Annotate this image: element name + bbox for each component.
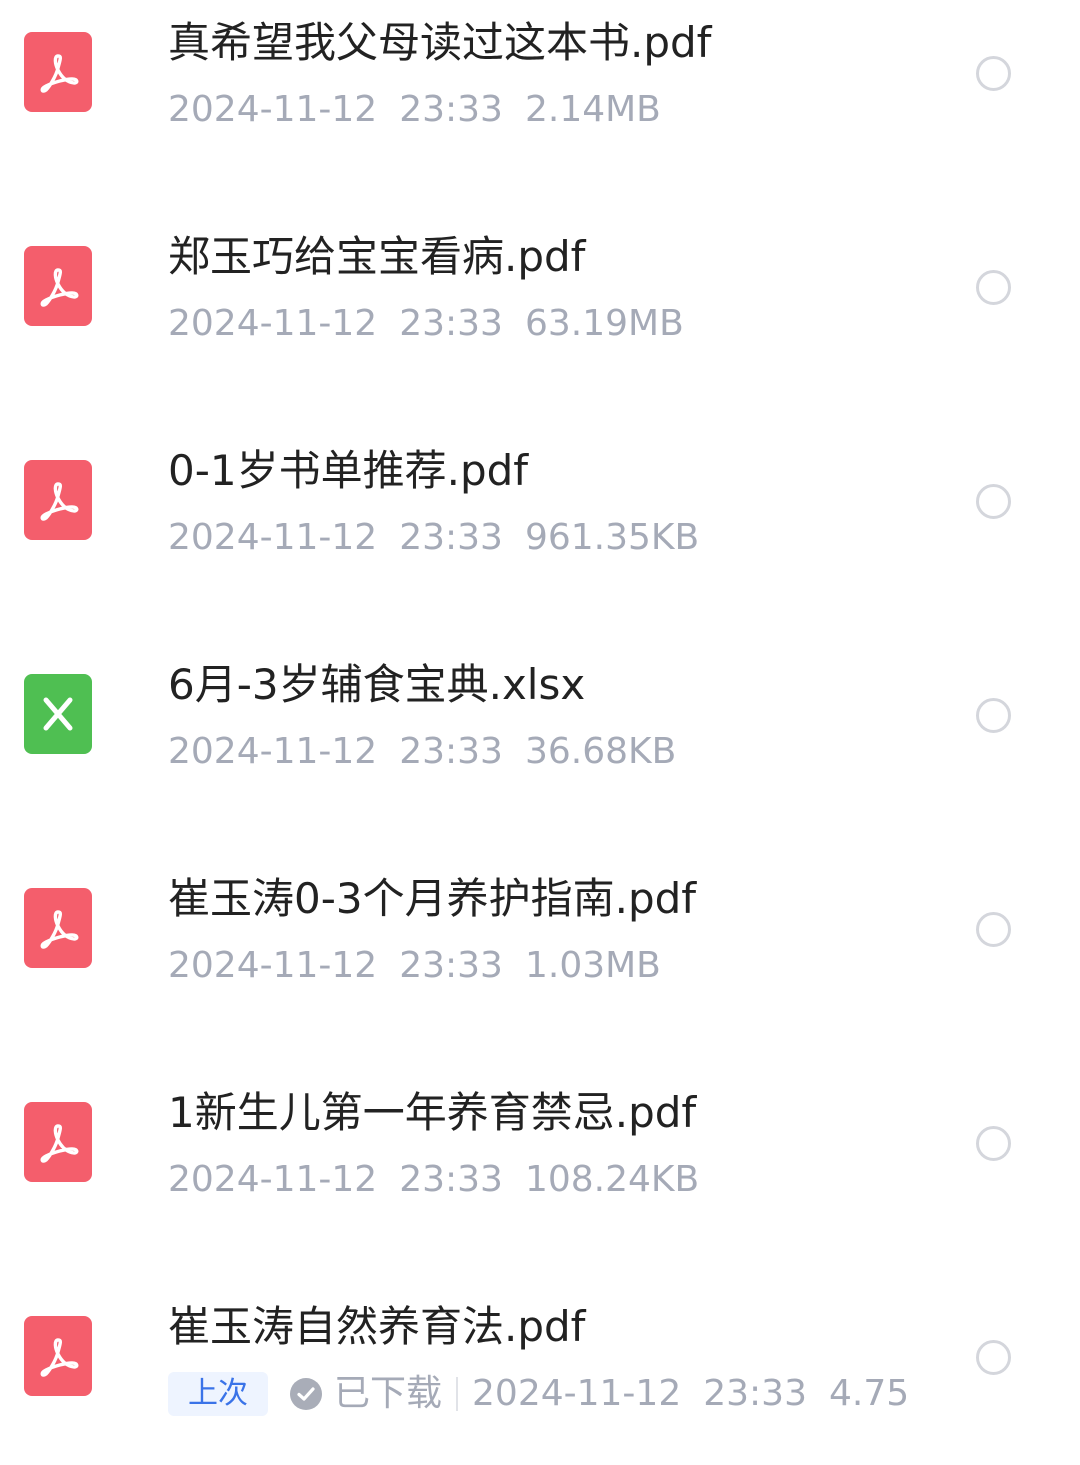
pdf-file-icon <box>24 460 92 540</box>
file-size: 4.75 <box>828 1373 910 1414</box>
file-row[interactable]: 崔玉涛自然养育法.pdf 上次 已下载 2024-11-12 23:33 4.7… <box>0 1284 1080 1454</box>
file-size: 63.19MB <box>524 303 684 344</box>
file-meta: 2024-11-12 23:33 63.19MB <box>168 302 684 346</box>
file-time: 23:33 <box>399 89 503 130</box>
select-radio[interactable] <box>976 1126 1011 1161</box>
file-time: 23:33 <box>399 517 503 558</box>
file-size: 36.68KB <box>524 731 677 772</box>
file-size: 108.24KB <box>524 1159 700 1200</box>
file-meta: 2024-11-12 23:33 1.03MB <box>168 944 661 988</box>
file-row[interactable]: 郑玉巧给宝宝看病.pdf 2024-11-12 23:33 63.19MB <box>0 214 1080 384</box>
file-time: 23:33 <box>399 945 503 986</box>
select-radio[interactable] <box>976 698 1011 733</box>
file-time: 23:33 <box>703 1373 807 1414</box>
file-size: 1.03MB <box>524 945 661 986</box>
select-radio[interactable] <box>976 1340 1011 1375</box>
select-radio[interactable] <box>976 912 1011 947</box>
last-opened-badge: 上次 <box>168 1372 268 1416</box>
file-name[interactable]: 0-1岁书单推荐.pdf <box>168 446 528 496</box>
file-name[interactable]: 崔玉涛0-3个月养护指南.pdf <box>168 874 696 924</box>
file-time: 23:33 <box>399 731 503 772</box>
file-meta: 上次 已下载 2024-11-12 23:33 4.75 <box>168 1372 909 1416</box>
file-name[interactable]: 崔玉涛自然养育法.pdf <box>168 1302 585 1352</box>
pdf-file-icon <box>24 32 92 112</box>
file-date: 2024-11-12 <box>472 1373 682 1414</box>
file-row[interactable]: 0-1岁书单推荐.pdf 2024-11-12 23:33 961.35KB <box>0 428 1080 598</box>
file-date: 2024-11-12 <box>168 89 378 130</box>
file-time: 23:33 <box>399 303 503 344</box>
file-date: 2024-11-12 <box>168 303 378 344</box>
file-list: 真希望我父母读过这本书.pdf 2024-11-12 23:33 2.14MB … <box>0 0 1080 1465</box>
excel-file-icon <box>24 674 92 754</box>
downloaded-status: 已下载 <box>334 1373 443 1414</box>
pdf-file-icon <box>24 1102 92 1182</box>
file-name[interactable]: 郑玉巧给宝宝看病.pdf <box>168 232 585 282</box>
pdf-file-icon <box>24 1316 92 1396</box>
select-radio[interactable] <box>976 56 1011 91</box>
file-row[interactable]: 6月-3岁辅食宝典.xlsx 2024-11-12 23:33 36.68KB <box>0 642 1080 812</box>
file-meta: 2024-11-12 23:33 108.24KB <box>168 1158 699 1202</box>
pdf-file-icon <box>24 888 92 968</box>
file-date: 2024-11-12 <box>168 731 378 772</box>
file-date: 2024-11-12 <box>168 517 378 558</box>
select-radio[interactable] <box>976 484 1011 519</box>
file-time: 23:33 <box>399 1159 503 1200</box>
file-date: 2024-11-12 <box>168 945 378 986</box>
file-meta: 2024-11-12 23:33 36.68KB <box>168 730 676 774</box>
pdf-file-icon <box>24 246 92 326</box>
check-circle-icon <box>290 1378 322 1410</box>
file-date: 2024-11-12 <box>168 1159 378 1200</box>
file-size: 961.35KB <box>524 517 700 558</box>
select-radio[interactable] <box>976 270 1011 305</box>
file-row[interactable]: 崔玉涛0-3个月养护指南.pdf 2024-11-12 23:33 1.03MB <box>0 856 1080 1026</box>
file-row[interactable]: 真希望我父母读过这本书.pdf 2024-11-12 23:33 2.14MB <box>0 0 1080 170</box>
file-row[interactable]: 1新生儿第一年养育禁忌.pdf 2024-11-12 23:33 108.24K… <box>0 1070 1080 1240</box>
file-name[interactable]: 6月-3岁辅食宝典.xlsx <box>168 660 585 710</box>
file-name[interactable]: 真希望我父母读过这本书.pdf <box>168 18 711 68</box>
file-meta: 2024-11-12 23:33 961.35KB <box>168 516 699 560</box>
file-size: 2.14MB <box>524 89 661 130</box>
file-name[interactable]: 1新生儿第一年养育禁忌.pdf <box>168 1088 696 1138</box>
meta-divider <box>456 1377 459 1411</box>
file-meta: 2024-11-12 23:33 2.14MB <box>168 88 661 132</box>
